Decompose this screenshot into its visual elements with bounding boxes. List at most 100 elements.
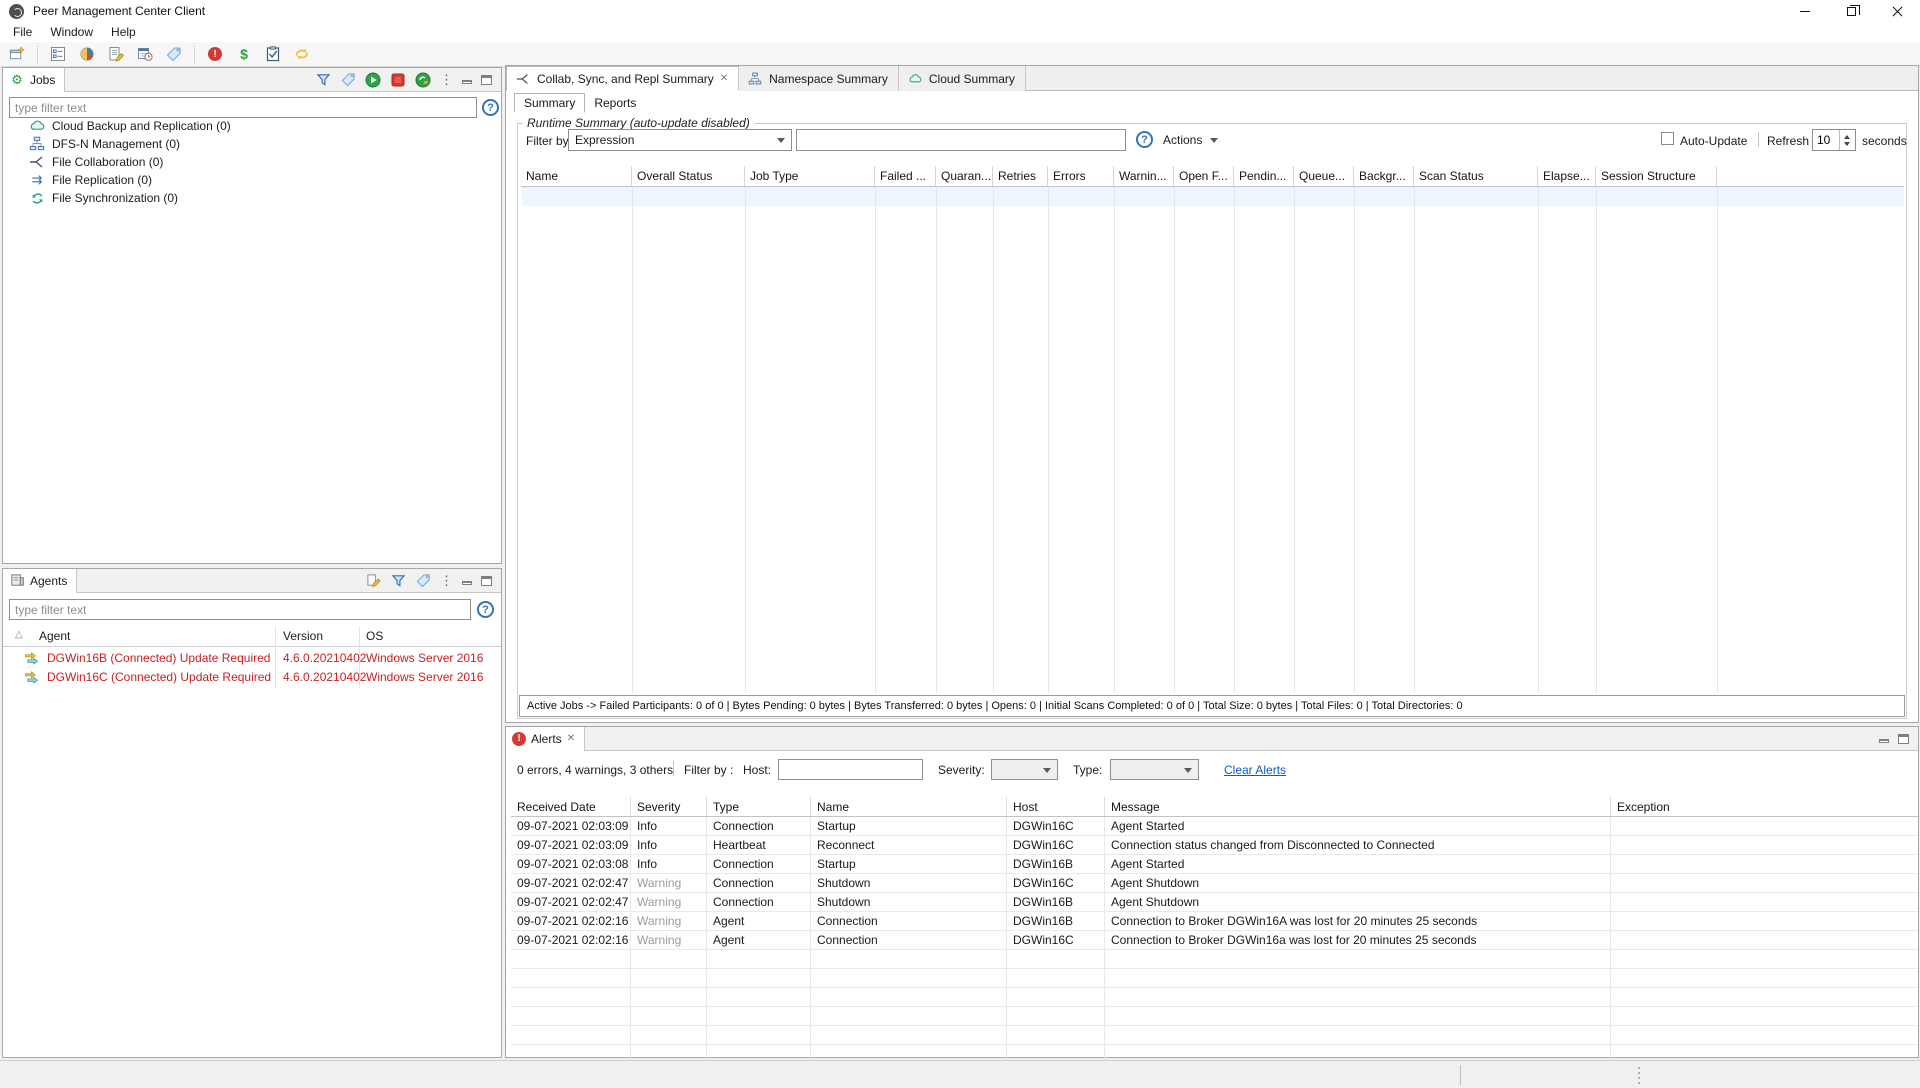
- schedule-button[interactable]: [134, 44, 156, 65]
- column-overall-status[interactable]: Overall Status: [632, 166, 745, 186]
- tasks-button[interactable]: [262, 44, 284, 65]
- close-window-button[interactable]: [1874, 0, 1920, 22]
- alerts-column-received-date[interactable]: Received Date: [511, 797, 631, 816]
- maximize-view-icon[interactable]: [1898, 734, 1909, 744]
- restart-job-icon[interactable]: [415, 72, 431, 88]
- filter-funnel-icon[interactable]: [315, 72, 331, 88]
- agents-view-tab[interactable]: Agents: [3, 569, 77, 593]
- tag-icon[interactable]: [340, 72, 356, 88]
- minimize-view-icon[interactable]: [462, 581, 472, 585]
- stop-job-icon[interactable]: [390, 72, 406, 88]
- close-tab-icon[interactable]: ✕: [567, 734, 575, 744]
- minimize-view-icon[interactable]: [462, 80, 472, 84]
- minimize-window-button[interactable]: [1782, 0, 1828, 22]
- tree-item-cloud-backup[interactable]: Cloud Backup and Replication (0): [3, 117, 501, 135]
- tree-item-file-collaboration[interactable]: File Collaboration (0): [3, 153, 501, 171]
- column-scan-status[interactable]: Scan Status: [1414, 166, 1538, 186]
- column-job-type[interactable]: Job Type: [745, 166, 875, 186]
- spinner-arrows[interactable]: [1839, 130, 1854, 150]
- tags-button[interactable]: [163, 44, 185, 65]
- sort-ascending-icon[interactable]: △: [15, 629, 23, 640]
- new-job-button[interactable]: [6, 44, 28, 65]
- restore-window-button[interactable]: [1828, 0, 1874, 22]
- filter-help-icon[interactable]: ?: [1136, 131, 1153, 148]
- view-menu-icon[interactable]: ⋮: [440, 75, 453, 85]
- alerts-column-host[interactable]: Host: [1007, 797, 1105, 816]
- filter-funnel-icon[interactable]: [390, 573, 406, 589]
- spinner-down-icon[interactable]: [1844, 142, 1850, 146]
- column-name[interactable]: Name: [521, 166, 632, 186]
- column-queued[interactable]: Queue...: [1294, 166, 1354, 186]
- column-failed[interactable]: Failed ...: [875, 166, 936, 186]
- column-warnings[interactable]: Warnin...: [1114, 166, 1174, 186]
- column-background[interactable]: Backgr...: [1354, 166, 1414, 186]
- agents-column-os[interactable]: OS: [366, 629, 383, 643]
- column-pending[interactable]: Pendin...: [1234, 166, 1294, 186]
- agents-column-version[interactable]: Version: [283, 629, 323, 643]
- refresh-interval-input[interactable]: [1813, 130, 1839, 150]
- alert-row[interactable]: 09-07-2021 02:03:09 Info Heartbeat Recon…: [511, 836, 1918, 855]
- reports-button[interactable]: [105, 44, 127, 65]
- minimize-view-icon[interactable]: [1879, 739, 1889, 743]
- jobs-filter-input[interactable]: [9, 97, 477, 118]
- alerts-button[interactable]: !: [204, 44, 226, 65]
- alerts-column-message[interactable]: Message: [1105, 797, 1611, 816]
- filter-mode-select[interactable]: Expression: [568, 129, 792, 151]
- column-quarantines[interactable]: Quaran...: [936, 166, 993, 186]
- alerts-column-severity[interactable]: Severity: [631, 797, 707, 816]
- agents-filter-help-icon[interactable]: ?: [477, 601, 494, 618]
- actions-menu-button[interactable]: Actions: [1163, 129, 1218, 151]
- auto-update-checkbox[interactable]: [1661, 132, 1674, 145]
- trim-drag-grip[interactable]: [1636, 1064, 1642, 1087]
- subtab-summary[interactable]: Summary: [514, 93, 585, 113]
- dashboard-button[interactable]: [76, 44, 98, 65]
- edit-agent-icon[interactable]: [365, 573, 381, 589]
- menu-file[interactable]: File: [4, 23, 41, 41]
- alerts-host-input[interactable]: [778, 759, 923, 780]
- tree-item-file-replication[interactable]: ⇉ File Replication (0): [3, 171, 501, 189]
- jobs-view-tab[interactable]: ⚙ Jobs: [3, 68, 65, 92]
- alert-row[interactable]: 09-07-2021 02:03:08 Info Connection Star…: [511, 855, 1918, 874]
- clear-alerts-link[interactable]: Clear Alerts: [1224, 763, 1286, 777]
- alert-row[interactable]: 09-07-2021 02:02:16 Warning Agent Connec…: [511, 912, 1918, 931]
- tree-item-dfsn[interactable]: DFS-N Management (0): [3, 135, 501, 153]
- view-menu-icon[interactable]: ⋮: [440, 576, 453, 586]
- spinner-up-icon[interactable]: [1844, 135, 1850, 139]
- alert-row[interactable]: 09-07-2021 02:02:47 Warning Connection S…: [511, 874, 1918, 893]
- alerts-column-type[interactable]: Type: [707, 797, 811, 816]
- column-elapsed[interactable]: Elapse...: [1538, 166, 1596, 186]
- agents-filter-input[interactable]: [9, 599, 471, 620]
- tab-namespace-summary[interactable]: Namespace Summary: [739, 66, 899, 91]
- agent-row[interactable]: DGWin16C (Connected) Update Required 4.6…: [3, 667, 501, 686]
- start-job-icon[interactable]: [365, 72, 381, 88]
- licensing-button[interactable]: $: [233, 44, 255, 65]
- preferences-button[interactable]: [47, 44, 69, 65]
- alert-row[interactable]: 09-07-2021 02:03:09 Info Connection Star…: [511, 817, 1918, 836]
- tree-item-file-synchronization[interactable]: File Synchronization (0): [3, 189, 501, 207]
- maximize-view-icon[interactable]: [481, 75, 492, 85]
- tag-icon[interactable]: [415, 573, 431, 589]
- column-open-files[interactable]: Open F...: [1174, 166, 1234, 186]
- empty-selected-row[interactable]: [522, 187, 1904, 206]
- column-retries[interactable]: Retries: [993, 166, 1048, 186]
- maximize-view-icon[interactable]: [481, 576, 492, 586]
- transfers-button[interactable]: [291, 44, 313, 65]
- alert-row[interactable]: 09-07-2021 02:02:47 Warning Connection S…: [511, 893, 1918, 912]
- jobs-filter-help-icon[interactable]: ?: [482, 99, 499, 116]
- alerts-type-select[interactable]: [1110, 759, 1199, 780]
- column-errors[interactable]: Errors: [1048, 166, 1114, 186]
- column-session-structure[interactable]: Session Structure: [1596, 166, 1717, 186]
- filter-expression-input[interactable]: [796, 129, 1126, 151]
- menu-window[interactable]: Window: [41, 23, 102, 41]
- alerts-column-name[interactable]: Name: [811, 797, 1007, 816]
- refresh-interval-spinner[interactable]: [1812, 129, 1856, 151]
- agent-row[interactable]: DGWin16B (Connected) Update Required 4.6…: [3, 648, 501, 667]
- alert-row[interactable]: 09-07-2021 02:02:16 Warning Agent Connec…: [511, 931, 1918, 950]
- alerts-column-exception[interactable]: Exception: [1611, 797, 1916, 816]
- subtab-reports[interactable]: Reports: [585, 93, 645, 113]
- menu-help[interactable]: Help: [102, 23, 145, 41]
- alerts-severity-select[interactable]: [991, 759, 1058, 780]
- close-tab-icon[interactable]: ✕: [720, 74, 728, 84]
- alerts-view-tab[interactable]: ! Alerts ✕: [506, 727, 585, 751]
- agents-column-agent[interactable]: Agent: [39, 629, 70, 643]
